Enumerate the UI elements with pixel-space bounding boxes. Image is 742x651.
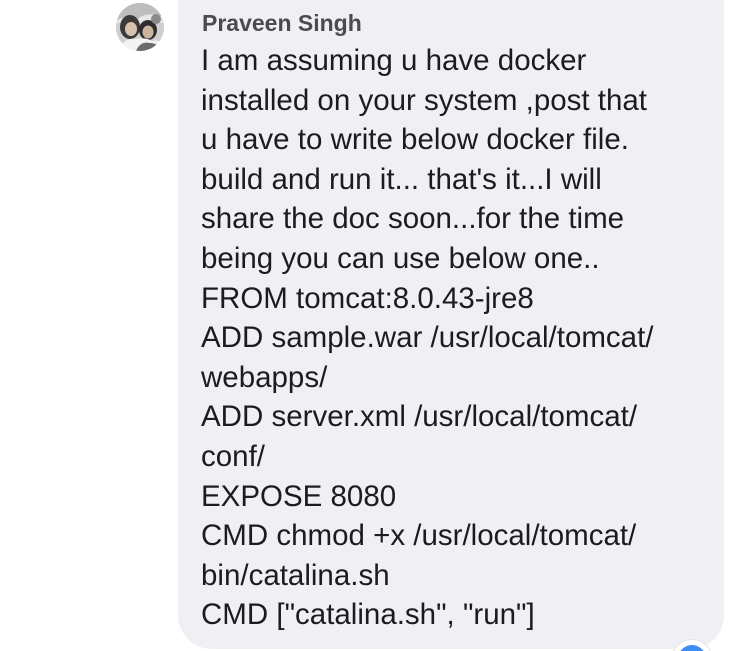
message-line: I am assuming u have docker [201, 44, 587, 77]
message-line: build and run it... that's it...I will [201, 162, 602, 196]
reaction-badge-fill [678, 645, 706, 651]
message-line: ADD server.xml /usr/local/tomcat/ [201, 400, 638, 434]
message-body: I am assuming u have docker installed on… [201, 41, 711, 635]
sender-name: Praveen Singh [202, 10, 362, 36]
message-line: installed on your system ,post that [201, 83, 648, 117]
message-line: CMD chmod +x /usr/local/tomcat/ [201, 519, 637, 553]
message-line: conf/ [201, 439, 265, 473]
message-line: bin/catalina.sh [201, 558, 390, 592]
message-line: EXPOSE 8080 [201, 479, 397, 513]
message-line: u have to write below docker file. [201, 123, 629, 157]
message-line: CMD ["catalina.sh", "run"] [201, 598, 535, 632]
avatar-photo-icon [116, 3, 164, 51]
message-line: share the doc soon...for the time [201, 202, 625, 236]
sender-avatar[interactable] [116, 3, 164, 51]
message-line: ADD sample.war /usr/local/tomcat/ [201, 321, 654, 355]
chat-screen: Praveen Singh I am assuming u have docke… [0, 0, 742, 651]
message-line: webapps/ [201, 360, 328, 394]
message-line: being you can use below one.. [201, 241, 600, 275]
message-line: FROM tomcat:8.0.43-jre8 [201, 281, 534, 315]
